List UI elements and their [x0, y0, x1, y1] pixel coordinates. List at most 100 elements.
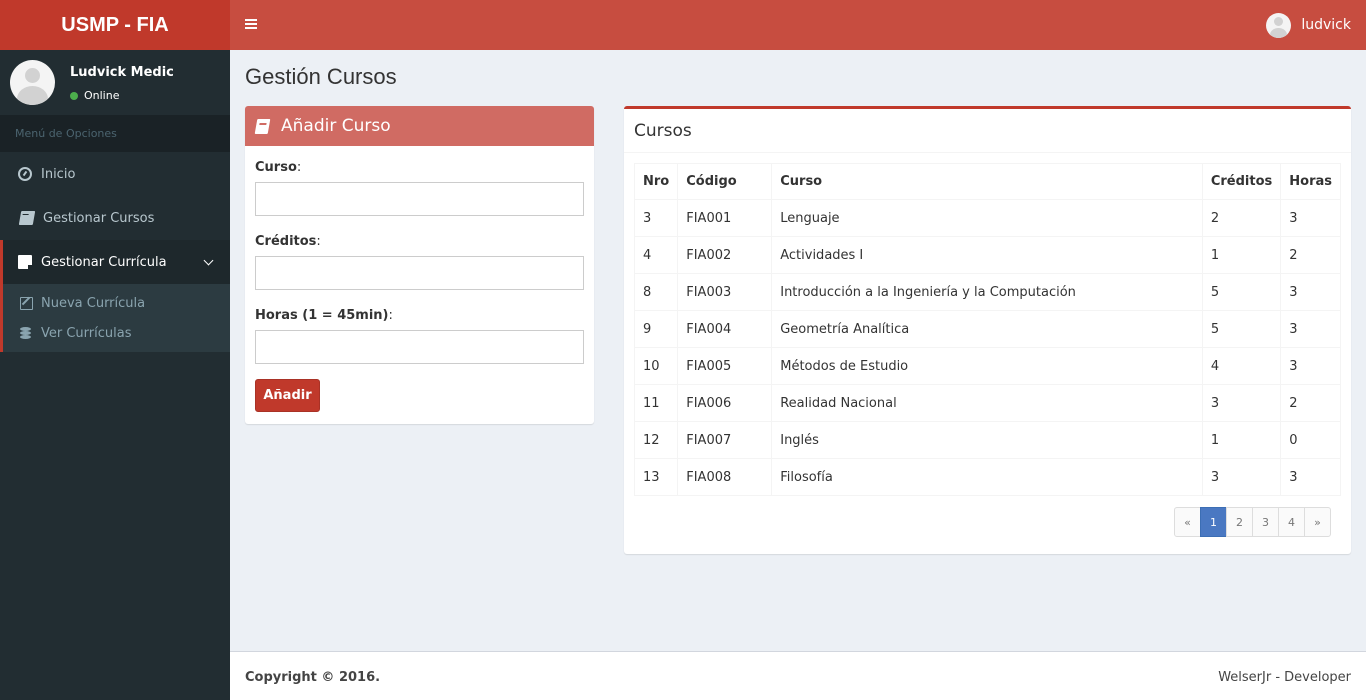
cell-curso: Inglés — [771, 421, 1203, 459]
table-row[interactable]: 12 FIA007 Inglés 1 0 — [633, 421, 1341, 459]
cell-nro: 9 — [633, 310, 679, 348]
courses-table-body: 3 FIA001 Lenguaje 2 3 4 FIA002 Actividades I128… — [633, 199, 1341, 496]
cell-horas: 3 — [1280, 458, 1341, 496]
cell-curso: Filosofía — [771, 458, 1203, 496]
table-row[interactable]: 13 FIA008 Filosofía 3 3 — [633, 458, 1341, 496]
sidebar: Ludvick Medic Online Menú de Opciones In… — [0, 50, 230, 700]
courses-table: Nro Código Curso Créditos Horas 3 FIA001 L… — [633, 163, 1341, 496]
cell-nro: 3 — [633, 199, 679, 237]
cell-nro: 12 — [633, 421, 679, 459]
cell-curso: Geometría Analítica — [771, 310, 1203, 348]
curso-label: Curso: — [255, 160, 302, 175]
cell-creditos: 3 — [1201, 458, 1282, 496]
sidebar-item-gestionar-cursos[interactable]: Gestionar Cursos — [0, 196, 230, 240]
menu-header: Menú de Opciones — [0, 115, 230, 152]
cell-curso: Lenguaje — [771, 199, 1203, 237]
horas-input[interactable] — [255, 330, 584, 364]
cell-codigo: FIA003 — [677, 273, 773, 311]
cell-codigo: FIA002 — [677, 236, 773, 274]
cell-horas: 3 — [1280, 273, 1341, 311]
curso-input[interactable] — [255, 182, 584, 216]
brand-logo[interactable]: USMP - FIA — [0, 0, 230, 50]
cell-creditos: 4 — [1201, 347, 1282, 385]
column-header-creditos[interactable]: Créditos — [1201, 163, 1282, 200]
cell-creditos: 3 — [1201, 384, 1282, 422]
cell-horas: 2 — [1280, 384, 1341, 422]
add-button[interactable]: Añadir — [255, 379, 320, 412]
user-menu[interactable]: ludvick — [1266, 12, 1351, 38]
creditos-input[interactable] — [255, 256, 584, 290]
cell-codigo: FIA006 — [677, 384, 773, 422]
cell-horas: 2 — [1280, 236, 1341, 274]
pagination-next[interactable]: » — [1304, 507, 1331, 537]
add-course-title: Añadir Curso — [281, 116, 391, 136]
courses-title: Cursos — [634, 121, 692, 141]
cell-creditos: 5 — [1201, 273, 1282, 311]
user-panel-avatar-icon — [10, 60, 55, 105]
user-avatar-icon — [1266, 12, 1292, 38]
column-header-codigo[interactable]: Código — [677, 163, 773, 200]
pagination-prev[interactable]: « — [1174, 507, 1201, 537]
table-row[interactable]: 9 FIA004 Geometría Analítica 5 3 — [633, 310, 1341, 348]
submenu-curricula: Nueva Currícula Ver Currículas — [0, 284, 230, 352]
cell-creditos: 1 — [1201, 236, 1282, 274]
chevron-down-icon — [203, 255, 214, 266]
table-row[interactable]: 8 FIA003 Introducción a la Ingeniería y la… — [633, 273, 1341, 311]
sidebar-subitem-ver-curriculas[interactable]: Ver Currículas — [3, 318, 230, 348]
sidebar-subitem-nueva-curricula[interactable]: Nueva Currícula — [3, 288, 230, 318]
menu-toggle-icon[interactable] — [242, 17, 260, 33]
table-row[interactable]: 4 FIA002 Actividades I12 — [633, 236, 1341, 274]
user-panel: Ludvick Medic Online — [0, 50, 230, 115]
user-name: ludvick — [1301, 17, 1351, 33]
user-panel-name: Ludvick Medic — [70, 65, 174, 80]
cell-nro: 10 — [633, 347, 679, 385]
cell-curso: Métodos de Estudio — [771, 347, 1203, 385]
user-panel-status[interactable]: Online — [70, 89, 119, 102]
sidebar-item-label: Gestionar Currícula — [41, 254, 167, 270]
database-icon — [20, 326, 33, 340]
cell-codigo: FIA005 — [677, 347, 773, 385]
edit-icon — [20, 296, 33, 310]
cell-curso: Introducción a la Ingeniería y la Comput… — [771, 273, 1203, 311]
cell-horas: 3 — [1280, 199, 1341, 237]
cell-horas: 3 — [1280, 310, 1341, 348]
cell-nro: 8 — [633, 273, 679, 311]
table-row[interactable]: 3 FIA001 Lenguaje 2 3 — [633, 199, 1341, 237]
cell-codigo: FIA007 — [677, 421, 773, 459]
column-header-curso[interactable]: Curso — [771, 163, 1203, 200]
add-course-header: Añadir Curso — [245, 106, 594, 146]
courses-box: Cursos Nro Código Curso Créditos Horas 3… — [624, 106, 1351, 554]
column-header-nro[interactable]: Nro — [633, 163, 679, 200]
cell-creditos: 5 — [1201, 310, 1282, 348]
pagination-page-3[interactable]: 3 — [1252, 507, 1279, 537]
cell-creditos: 2 — [1201, 199, 1282, 237]
table-row[interactable]: 10 FIA005 Métodos de Estudio 4 3 — [633, 347, 1341, 385]
cell-codigo: FIA004 — [677, 310, 773, 348]
sidebar-item-inicio[interactable]: Inicio — [0, 152, 230, 196]
horas-label: Horas (1 = 45min): — [255, 308, 393, 323]
cell-nro: 13 — [633, 458, 679, 496]
pagination: « 1 2 3 4 » — [1174, 507, 1331, 537]
cell-nro: 4 — [633, 236, 679, 274]
book-icon — [254, 118, 271, 134]
pagination-page-4[interactable]: 4 — [1278, 507, 1305, 537]
column-header-horas[interactable]: Horas — [1280, 163, 1341, 200]
pagination-page-2[interactable]: 2 — [1226, 507, 1253, 537]
pagination-page-1[interactable]: 1 — [1200, 507, 1227, 537]
footer-copyright: Copyright © 2016. — [245, 670, 381, 685]
sidebar-item-label: Gestionar Cursos — [43, 210, 155, 226]
user-status-label: Online — [84, 89, 120, 102]
sidebar-item-label: Inicio — [41, 166, 76, 182]
sidebar-item-gestionar-curricula[interactable]: Gestionar Currícula — [0, 240, 230, 284]
footer: Copyright © 2016. WelserJr - Developer — [230, 651, 1366, 700]
online-dot-icon — [70, 91, 78, 100]
cell-horas: 0 — [1280, 421, 1341, 459]
divider — [624, 152, 1351, 153]
dashboard-icon — [18, 167, 32, 181]
cell-creditos: 1 — [1201, 421, 1282, 459]
table-row[interactable]: 11 FIA006 Realidad Nacional 3 2 — [633, 384, 1341, 422]
cell-codigo: FIA001 — [677, 199, 773, 237]
cell-curso: Actividades I — [771, 236, 1203, 274]
page-title: Gestión Cursos — [245, 64, 397, 89]
table-header-row: Nro Código Curso Créditos Horas — [633, 163, 1341, 200]
